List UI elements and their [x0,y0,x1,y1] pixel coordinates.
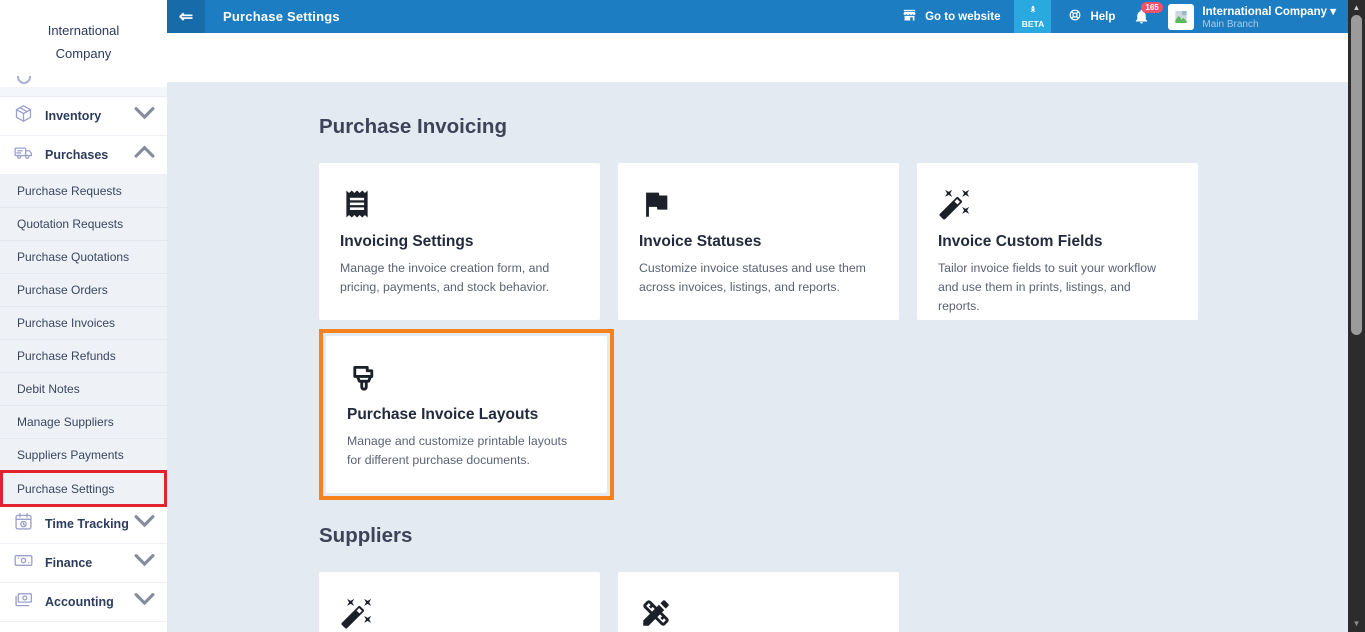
sidebar: International Company Inventory Purchase… [0,0,167,632]
scroll-up-arrow[interactable]: ▲ [1348,3,1365,13]
chevron-up-icon [134,142,155,168]
go-to-website-label: Go to website [925,11,1000,23]
card-invoice-custom-fields[interactable]: Invoice Custom Fields Tailor invoice fie… [917,163,1198,320]
card-invoice-statuses[interactable]: Invoice Statuses Customize invoice statu… [618,163,899,320]
help-label: Help [1090,11,1115,23]
page-title: Purchase Settings [223,9,340,24]
scrollbar-thumb[interactable] [1351,15,1362,335]
top-bar-actions: Go to website BETA Help 165 [901,0,1348,33]
collapse-sidebar-icon: ⇐ [179,7,193,27]
chevron-down-icon [134,550,155,576]
cards-row-suppliers [319,572,1348,632]
sidebar-item-finance[interactable]: Finance [0,544,167,583]
card-title: Invoice Custom Fields [938,233,1177,251]
vertical-scrollbar: ▲ ▼ [1348,0,1365,632]
sidebar-item-purchase-quotations[interactable]: Purchase Quotations [0,241,167,274]
partial-row-band [0,87,167,97]
sidebar-item-purchase-refunds[interactable]: Purchase Refunds [0,340,167,373]
calendar-clock-icon [13,511,34,537]
card-description: Customize invoice statuses and use them … [639,259,875,297]
card-title: Invoice Statuses [639,233,878,251]
card-description: Manage and customize printable layouts f… [347,432,583,470]
cards-row-1: Invoicing Settings Manage the invoice cr… [319,163,1348,320]
company-avatar [1168,4,1194,30]
card-description: Tailor invoice fields to suit your workf… [938,259,1174,316]
sidebar-item-accounting[interactable]: Accounting [0,583,167,622]
card-description: Manage the invoice creation form, and pr… [340,259,576,297]
sidebar-item-purchase-orders[interactable]: Purchase Orders [0,274,167,307]
branch-name: Main Branch [1202,19,1336,30]
help-button[interactable]: Help [1067,7,1115,26]
chevron-down-icon [134,511,155,537]
app-root: International Company Inventory Purchase… [0,0,1365,632]
card-purchase-invoice-layouts[interactable]: Purchase Invoice Layouts Manage and cust… [326,336,607,493]
section-title-suppliers: Suppliers [319,524,1348,548]
caret-down-icon: ▾ [1330,6,1336,18]
card-invoicing-settings[interactable]: Invoicing Settings Manage the invoice cr… [319,163,600,320]
sidebar-item-debit-notes[interactable]: Debit Notes [0,373,167,406]
sidebar-item-label: Inventory [45,109,134,123]
highlight-outline-orange: Purchase Invoice Layouts Manage and cust… [319,329,614,500]
sidebar-nav: Inventory Purchases Purchase Requests Qu… [0,97,167,622]
company-switcher[interactable]: International Company ▾ Main Branch [1168,4,1336,30]
sidebar-item-manage-suppliers[interactable]: Manage Suppliers [0,406,167,439]
company-logo-line1: International [0,19,167,42]
card-title: Purchase Invoice Layouts [347,406,586,424]
company-name: International Company [1202,6,1327,18]
beta-label: BETA [1022,19,1045,29]
chevron-down-icon [134,103,155,129]
sidebar-item-purchase-settings[interactable]: Purchase Settings [0,470,167,507]
go-to-website-button[interactable]: Go to website [901,7,1000,27]
sidebar-item-label: Finance [45,556,134,570]
lifebuoy-icon [1067,7,1083,26]
sidebar-item-purchase-invoices[interactable]: Purchase Invoices [0,307,167,340]
rocket-icon [1027,4,1039,19]
flag-icon [639,187,878,221]
sidebar-item-label: Accounting [45,595,134,609]
partial-icon [17,76,31,84]
sidebar-item-label: Time Tracking [45,517,134,531]
main-content: Purchase Invoicing Invoicing Settings Ma… [167,82,1348,632]
scroll-down-arrow[interactable]: ▼ [1348,619,1365,629]
sidebar-item-label: Purchases [45,148,134,162]
magic-wand-icon [938,187,1177,221]
subheader-strip [167,33,1348,82]
card-supplier-settings[interactable] [618,572,899,632]
sidebar-item-partial [0,62,167,97]
sidebar-item-purchases[interactable]: Purchases [0,136,167,175]
sidebar-item-inventory[interactable]: Inventory [0,97,167,136]
sidebar-collapse-button[interactable]: ⇐ [167,0,205,33]
card-title: Invoicing Settings [340,233,579,251]
beta-button[interactable]: BETA [1014,0,1051,33]
storefront-icon [901,7,918,27]
sidebar-item-purchase-requests[interactable]: Purchase Requests [0,175,167,208]
truck-icon [13,142,34,168]
notifications-count-badge: 165 [1141,2,1162,13]
pencil-ruler-icon [639,596,878,630]
magic-wand-icon [340,596,579,630]
sidebar-item-time-tracking[interactable]: Time Tracking [0,505,167,544]
card-supplier-custom-fields[interactable] [319,572,600,632]
purchases-submenu: Purchase Requests Quotation Requests Pur… [0,175,167,507]
top-bar: ⇐ Purchase Settings Go to website BETA [167,0,1348,33]
cash-icon [13,550,34,576]
paint-brush-icon [347,360,586,394]
company-meta: International Company ▾ Main Branch [1202,4,1336,30]
sidebar-item-suppliers-payments[interactable]: Suppliers Payments [0,439,167,472]
section-title-purchase-invoicing: Purchase Invoicing [319,115,1348,139]
company-logo[interactable]: International Company [0,0,167,62]
receipt-icon [340,187,579,221]
sidebar-item-quotation-requests[interactable]: Quotation Requests [0,208,167,241]
box-icon [13,103,34,129]
chevron-down-icon [134,589,155,615]
banknote-icon [13,589,34,615]
notifications-button[interactable]: 165 [1133,8,1150,25]
